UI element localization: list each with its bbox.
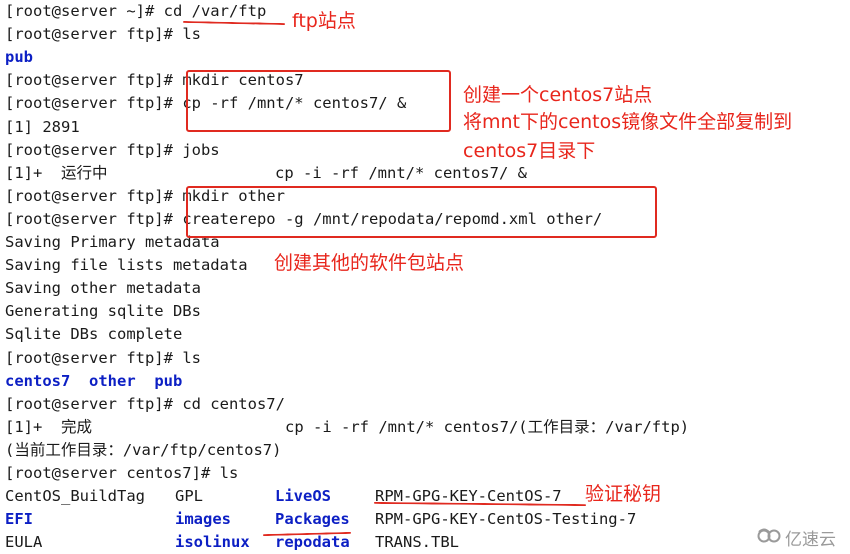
terminal-line: pub (5, 46, 33, 69)
terminal-line: [1] 2891 (5, 116, 80, 139)
output-text: (当前工作目录：/var/ftp/centos7) (5, 440, 282, 459)
note-create-other: 创建其他的软件包站点 (274, 252, 465, 274)
job-command: cp -i -rf /mnt/* centos7/(工作目录：/var/ftp) (285, 417, 690, 436)
terminal-line: [root@server ftp]# ls (5, 23, 201, 46)
note-create-centos7: 创建一个centos7站点 (463, 84, 653, 106)
file-entry: EULA (5, 533, 43, 552)
directory-entry: isolinux (175, 533, 250, 552)
job-state: 完成 (61, 417, 93, 436)
command-text: cd /var/ftp (163, 2, 267, 20)
terminal-line: [root@server ftp]# jobs (5, 139, 220, 162)
terminal-line: [root@server ftp]# cd centos7/ (5, 393, 285, 416)
terminal-line: centos7 other pub (5, 370, 182, 393)
terminal-line: (当前工作目录：/var/ftp/centos7) (5, 439, 281, 462)
job-id: [1]+ (5, 417, 61, 436)
job-id: [1]+ (5, 163, 61, 182)
terminal-line: Saving other metadata (5, 277, 201, 300)
shell-prompt: [root@server ftp]# (5, 186, 183, 205)
note-copy-mnt: 将mnt下的centos镜像文件全部复制到 (463, 111, 793, 133)
command-text: jobs (182, 140, 220, 159)
note-ftp-site: ftp站点 (292, 10, 356, 32)
file-entry: RPM-GPG-KEY-CentOS-Testing-7 (375, 510, 637, 529)
directory-entry: images (175, 510, 231, 529)
command-text: cd centos7/ (182, 394, 285, 413)
highlight-box-centos7 (186, 70, 451, 132)
shell-prompt: [root@server ~]# (5, 2, 164, 20)
shell-prompt: [root@server ftp]# (5, 209, 183, 228)
directory-entry: centos7 (5, 371, 71, 390)
shell-prompt: [root@server ftp]# (5, 394, 183, 413)
job-command: cp -i -rf /mnt/* centos7/ & (275, 163, 527, 182)
terminal-line: [root@server ftp]# ls (5, 347, 201, 370)
file-entry: CentOS_BuildTag (5, 487, 145, 506)
watermark-text: 亿速云 (785, 530, 836, 550)
terminal-line: Generating sqlite DBs (5, 300, 201, 323)
terminal-line: [1]+ 运行中 cp -i -rf /mnt/* centos7/ & (5, 162, 527, 185)
output-text: Generating sqlite DBs (5, 302, 201, 321)
shell-prompt: [root@server centos7]# (5, 464, 220, 482)
directory-entry: LiveOS (275, 487, 331, 506)
output-text: pub (5, 48, 33, 67)
file-entry: TRANS.TBL (375, 533, 459, 552)
cloud-logo-icon (756, 527, 782, 548)
terminal-line: Saving file lists metadata (5, 254, 248, 277)
output-text: Sqlite DBs complete (5, 325, 183, 344)
output-text: Saving other metadata (5, 279, 201, 298)
directory-entry: EFI (5, 510, 33, 529)
shell-prompt: [root@server ftp]# (5, 348, 183, 367)
command-text: ls (182, 348, 201, 367)
terminal-line: Sqlite DBs complete (5, 323, 182, 346)
directory-entry: other (89, 371, 136, 390)
file-entry: GPL (175, 487, 203, 506)
shell-prompt: [root@server ftp]# (5, 94, 183, 113)
note-centos7-dir: centos7目录下 (463, 140, 596, 162)
command-text: ls (219, 464, 239, 482)
output-text: Saving file lists metadata (5, 256, 248, 275)
command-text: ls (182, 25, 201, 44)
terminal-line: [root@server centos7]# ls (5, 462, 238, 485)
watermark: 亿速云 (756, 525, 836, 550)
terminal-line: [1]+ 完成 cp -i -rf /mnt/* centos7/(工作目录：/v… (5, 416, 689, 439)
shell-prompt: [root@server ftp]# (5, 25, 183, 44)
job-state: 运行中 (61, 163, 108, 182)
shell-prompt: [root@server ftp]# (5, 140, 183, 159)
shell-prompt: [root@server ftp]# (5, 71, 183, 90)
highlight-box-other (186, 186, 657, 238)
directory-entry: Packages (275, 510, 350, 529)
output-text: [1] 2891 (5, 117, 80, 136)
directory-entry: pub (154, 371, 183, 390)
terminal-line: [root@server ~]# cd /var/ftp (5, 0, 266, 23)
note-verify-key: 验证秘钥 (585, 483, 662, 505)
